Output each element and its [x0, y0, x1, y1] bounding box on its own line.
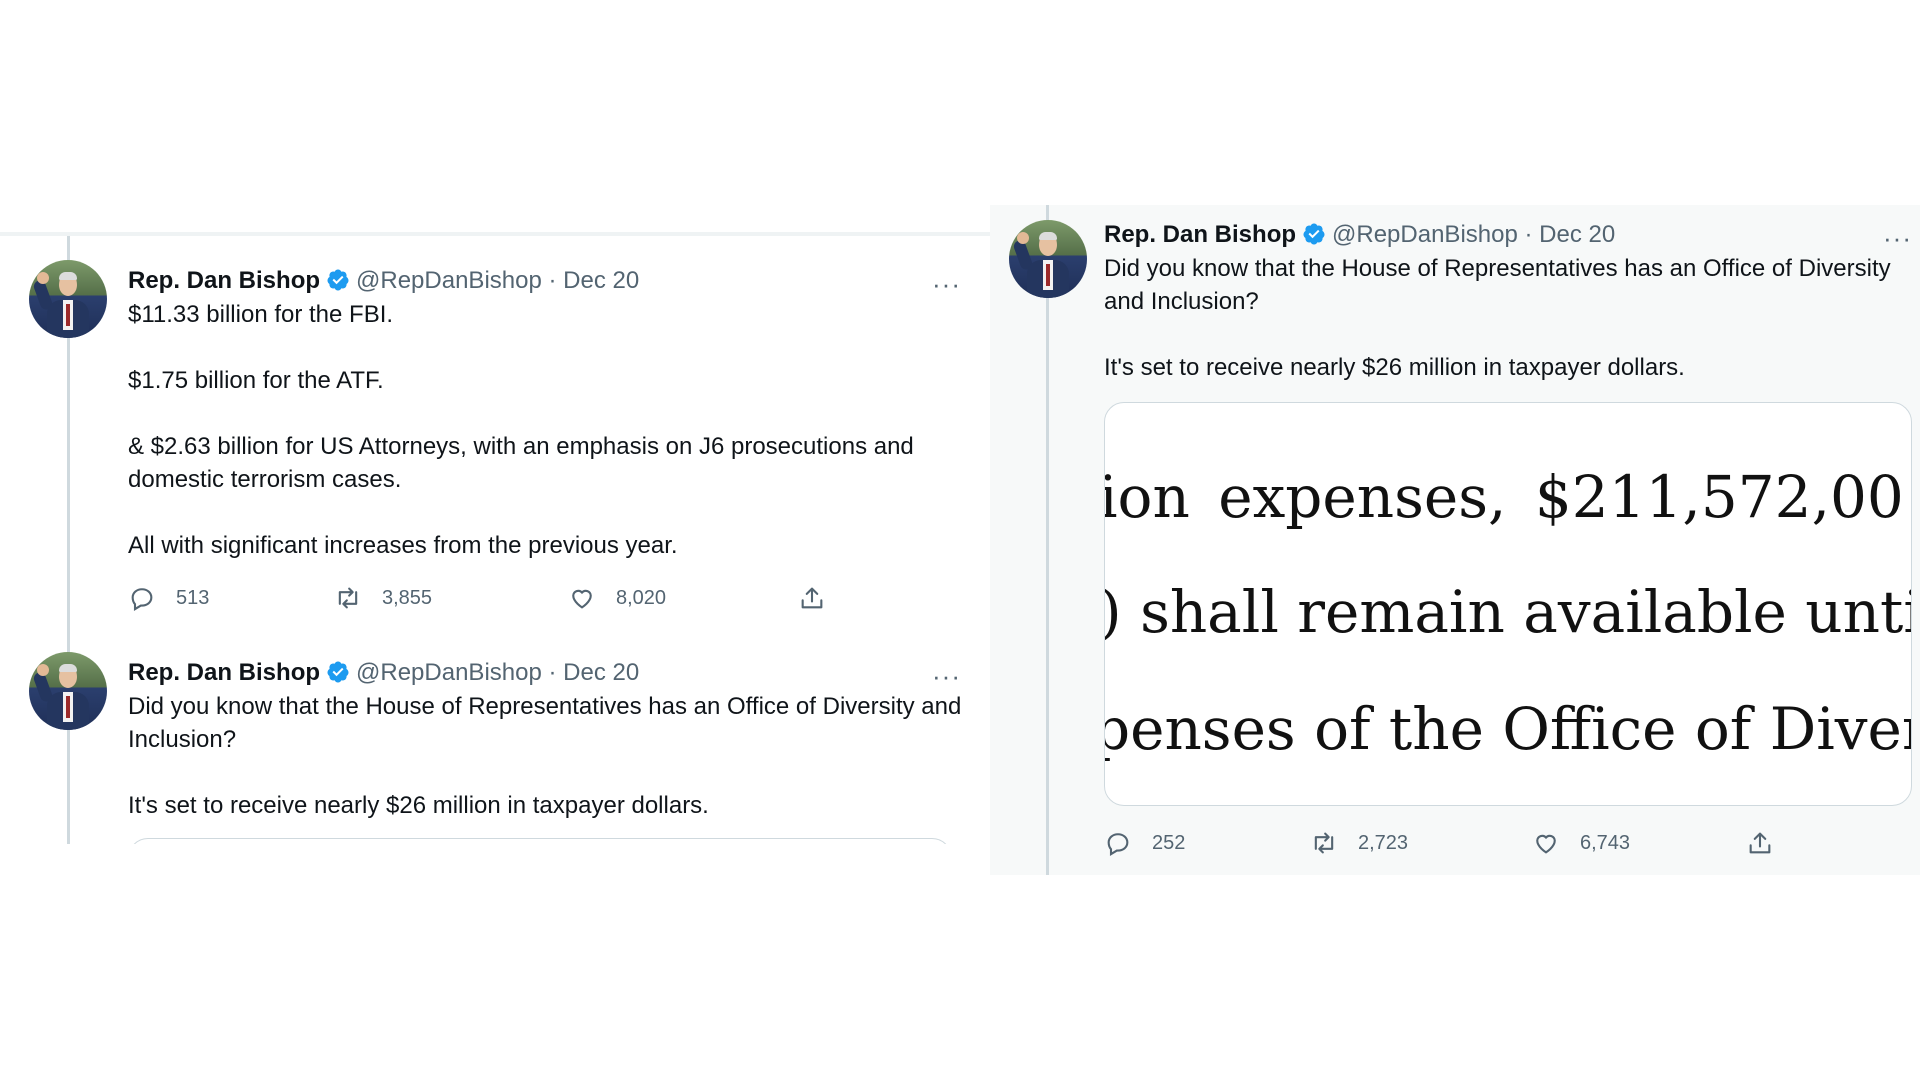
tweet-text: Did you know that the House of Represent… [1104, 252, 1904, 384]
tweet-actions: 513 3,855 8,020 [128, 584, 868, 616]
like-count: 6,743 [1580, 831, 1631, 854]
tweet-date[interactable]: Dec 20 [1539, 221, 1615, 248]
tweet-paragraph: It's set to receive nearly $26 million i… [1104, 354, 1685, 381]
tweet-header: Rep. Dan Bishop @RepDanBishop · Dec 20 [128, 658, 639, 688]
heart-icon [572, 589, 592, 609]
reply-icon [1107, 833, 1129, 856]
author-handle[interactable]: @RepDanBishop [356, 659, 542, 686]
retweet-button[interactable]: 3,855 [334, 584, 432, 612]
image-text-line: ion expenses, $211,572,00 [1104, 463, 1904, 531]
retweet-icon [338, 587, 358, 609]
tweet-paragraph: $1.75 billion for the ATF. [128, 367, 384, 394]
tweet-diversity-office-expanded[interactable]: Rep. Dan Bishop @RepDanBishop · Dec 20 ··… [990, 205, 1920, 875]
verified-badge-icon [327, 269, 349, 291]
share-icon [801, 587, 823, 609]
reply-button[interactable]: 252 [1104, 829, 1185, 857]
more-options-icon[interactable]: ··· [1883, 225, 1912, 251]
tweet-paragraph: Did you know that the House of Represent… [1104, 255, 1891, 315]
author-name[interactable]: Rep. Dan Bishop [128, 659, 320, 686]
tweet-paragraph: $11.33 billion for the FBI. [128, 301, 394, 328]
author-handle[interactable]: @RepDanBishop [356, 267, 542, 294]
tweet-date[interactable]: Dec 20 [563, 267, 639, 294]
right-screenshot-panel: Rep. Dan Bishop @RepDanBishop · Dec 20 ··… [990, 205, 1920, 875]
verified-badge-icon [1303, 223, 1325, 245]
share-button[interactable] [1746, 829, 1774, 857]
tweet-date[interactable]: Dec 20 [563, 659, 639, 686]
heart-icon [1536, 834, 1556, 854]
separator-dot: · [548, 659, 557, 686]
image-text-line: penses of the Office of Diversity [1104, 695, 1911, 763]
more-options-icon[interactable]: ··· [932, 663, 961, 689]
avatar[interactable] [29, 260, 107, 338]
tweet-text: $11.33 billion for the FBI. $1.75 billio… [128, 298, 968, 562]
tweet-diversity-office[interactable]: Rep. Dan Bishop @RepDanBishop · Dec 20 ··… [0, 628, 990, 844]
retweet-icon [1314, 832, 1334, 854]
image-text-line: ) shall remain available until ex [1105, 578, 1911, 646]
media-image-card[interactable]: ion expenses, $211,572,00 ) shall remain… [1104, 402, 1912, 806]
author-name[interactable]: Rep. Dan Bishop [128, 267, 320, 294]
share-button[interactable] [798, 584, 826, 612]
tweet-paragraph: All with significant increases from the … [128, 532, 678, 559]
tweet-actions: 252 2,723 6,743 [1104, 829, 1844, 861]
more-options-icon[interactable]: ··· [932, 271, 961, 297]
tweet-header: Rep. Dan Bishop @RepDanBishop · Dec 20 [1104, 220, 1615, 250]
verified-badge-icon [327, 661, 349, 683]
tweet-text: Did you know that the House of Represent… [128, 690, 968, 822]
retweet-count: 3,855 [382, 586, 433, 609]
tweet-paragraph: Did you know that the House of Represent… [128, 693, 962, 753]
reply-count: 513 [176, 586, 210, 609]
tweet-header: Rep. Dan Bishop @RepDanBishop · Dec 20 [128, 266, 639, 296]
media-card-cropped[interactable] [128, 838, 952, 844]
author-name[interactable]: Rep. Dan Bishop [1104, 221, 1296, 248]
reply-icon [131, 588, 153, 611]
retweet-count: 2,723 [1358, 831, 1409, 854]
like-count: 8,020 [616, 586, 667, 609]
tweet-paragraph: It's set to receive nearly $26 million i… [128, 792, 709, 819]
avatar[interactable] [1009, 220, 1087, 298]
like-button[interactable]: 8,020 [568, 584, 666, 612]
tweet-fbi-funding[interactable]: Rep. Dan Bishop @RepDanBishop · Dec 20 ··… [0, 236, 990, 636]
author-handle[interactable]: @RepDanBishop [1332, 221, 1518, 248]
retweet-button[interactable]: 2,723 [1310, 829, 1408, 857]
tweet-paragraph: & $2.63 billion for US Attorneys, with a… [128, 433, 914, 493]
like-button[interactable]: 6,743 [1532, 829, 1630, 857]
reply-button[interactable]: 513 [128, 584, 209, 612]
share-icon [1749, 832, 1771, 854]
separator-dot: · [1524, 221, 1533, 248]
separator-dot: · [548, 267, 557, 294]
reply-count: 252 [1152, 831, 1186, 854]
left-screenshot-panel: Rep. Dan Bishop @RepDanBishop · Dec 20 ··… [0, 232, 990, 844]
avatar[interactable] [29, 652, 107, 730]
